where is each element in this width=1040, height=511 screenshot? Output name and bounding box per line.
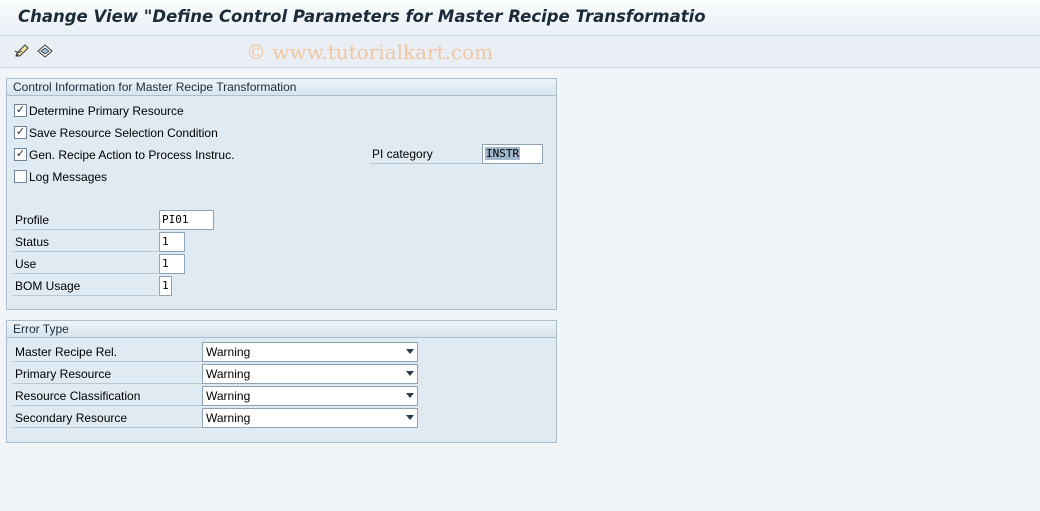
chevron-down-icon — [406, 371, 414, 376]
primary-resource-dropdown[interactable]: Warning — [202, 364, 418, 384]
gen-recipe-action-checkbox[interactable]: ✓ — [14, 148, 27, 161]
save-resource-selection-label: Save Resource Selection Condition — [29, 126, 218, 140]
pi-category-label: PI category — [370, 144, 482, 164]
checkbox-row-save-resource-selection: ✓ Save Resource Selection Condition — [13, 123, 313, 143]
primary-resource-value: Warning — [206, 367, 251, 381]
watermark-text: © www.tutorialkart.com — [246, 40, 494, 64]
determine-primary-resource-checkbox[interactable]: ✓ — [14, 104, 27, 117]
checkbox-row-determine-primary-resource: ✓ Determine Primary Resource — [13, 101, 313, 121]
log-messages-label: Log Messages — [29, 170, 108, 184]
resource-classification-value: Warning — [206, 389, 251, 403]
other-entry-icon[interactable] — [36, 42, 54, 60]
error-group-title: Error Type — [7, 321, 556, 338]
checkbox-row-gen-recipe-action: ✓ Gen. Recipe Action to Process Instruc. — [13, 145, 313, 165]
use-input[interactable]: 1 — [159, 254, 185, 274]
secondary-resource-label: Secondary Resource — [13, 408, 202, 428]
secondary-resource-value: Warning — [206, 411, 251, 425]
profile-label: Profile — [13, 210, 158, 230]
gen-recipe-action-label: Gen. Recipe Action to Process Instruc. — [29, 148, 235, 162]
status-label: Status — [13, 232, 158, 252]
profile-input[interactable]: PI01 — [159, 210, 214, 230]
main-content: Control Information for Master Recipe Tr… — [0, 69, 1040, 511]
bom-usage-input[interactable]: 1 — [159, 276, 172, 296]
use-label: Use — [13, 254, 158, 274]
edit-pencil-icon[interactable] — [13, 42, 31, 60]
resource-classification-label: Resource Classification — [13, 386, 202, 406]
pi-category-input[interactable]: INSTR — [482, 144, 543, 164]
master-recipe-rel-label: Master Recipe Rel. — [13, 342, 202, 362]
error-type-group: Error Type Master Recipe Rel. Warning Pr… — [6, 320, 557, 443]
chevron-down-icon — [406, 415, 414, 420]
determine-primary-resource-label: Determine Primary Resource — [29, 104, 184, 118]
master-recipe-rel-value: Warning — [206, 345, 251, 359]
primary-resource-label: Primary Resource — [13, 364, 202, 384]
log-messages-checkbox[interactable] — [14, 170, 27, 183]
master-recipe-rel-dropdown[interactable]: Warning — [202, 342, 418, 362]
resource-classification-dropdown[interactable]: Warning — [202, 386, 418, 406]
chevron-down-icon — [406, 393, 414, 398]
status-input[interactable]: 1 — [159, 232, 185, 252]
control-information-group: Control Information for Master Recipe Tr… — [6, 78, 557, 310]
chevron-down-icon — [406, 349, 414, 354]
control-group-title: Control Information for Master Recipe Tr… — [7, 79, 556, 96]
secondary-resource-dropdown[interactable]: Warning — [202, 408, 418, 428]
window-title: Change View "Define Control Parameters f… — [18, 7, 706, 26]
checkbox-row-log-messages: Log Messages — [13, 167, 313, 187]
application-toolbar: © www.tutorialkart.com — [0, 36, 1040, 68]
title-bar: Change View "Define Control Parameters f… — [0, 0, 1040, 36]
save-resource-selection-checkbox[interactable]: ✓ — [14, 126, 27, 139]
pi-category-value: INSTR — [485, 147, 521, 160]
bom-usage-label: BOM Usage — [13, 276, 158, 296]
